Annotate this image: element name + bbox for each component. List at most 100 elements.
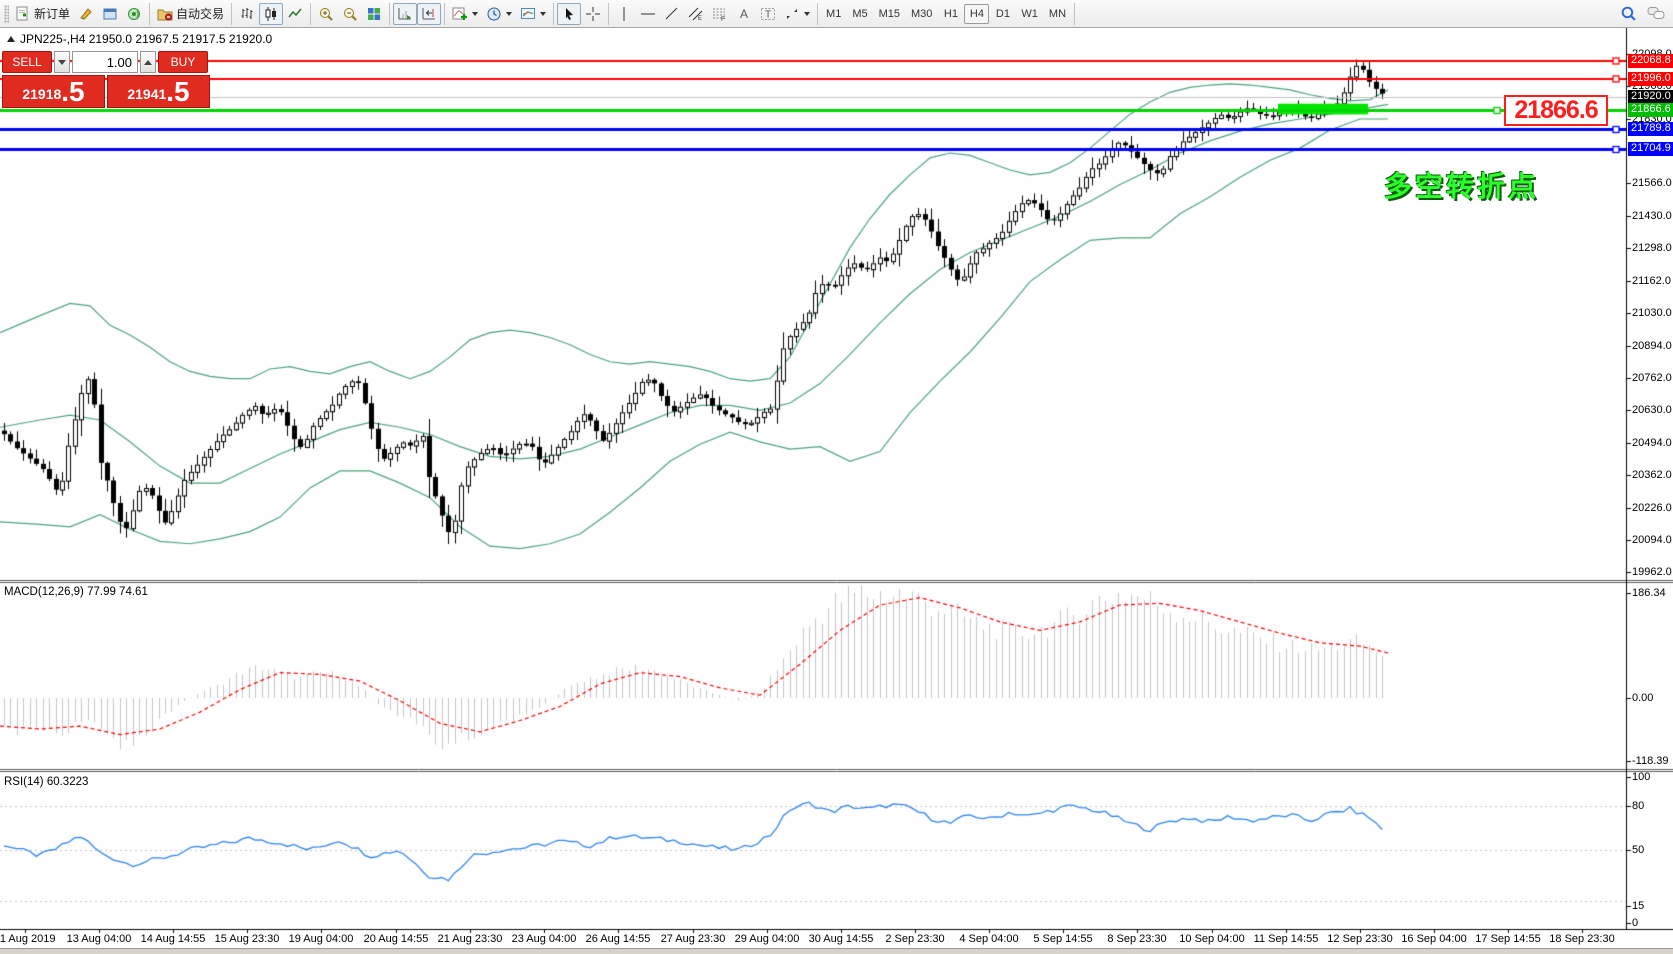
- buy-button[interactable]: BUY: [158, 51, 208, 73]
- timeframe-w1[interactable]: W1: [1016, 4, 1043, 24]
- buy-price-display[interactable]: 21941.5: [107, 75, 210, 108]
- new-order-icon: [15, 6, 31, 22]
- text-icon: A: [736, 6, 752, 22]
- auto-trading-label: 自动交易: [176, 5, 224, 22]
- toolbar-separator: [817, 3, 818, 25]
- auto-trading-button[interactable]: 自动交易: [153, 3, 228, 25]
- triangle-down-icon: [58, 60, 66, 65]
- collapse-trade-panel-icon[interactable]: [7, 36, 15, 42]
- search-icon[interactable]: [1620, 5, 1637, 22]
- chart-area[interactable]: 22098.021966.021830.021566.021430.021298…: [0, 28, 1673, 954]
- horizontal-line-button[interactable]: [636, 3, 660, 25]
- toolbar-separator: [310, 3, 311, 25]
- trendline-icon: [664, 6, 680, 22]
- line-chart-button[interactable]: [283, 3, 307, 25]
- crosshair-button[interactable]: [581, 3, 605, 25]
- trendline-button[interactable]: [660, 3, 684, 25]
- candlestick-chart-icon: [263, 6, 279, 22]
- toolbar-grip[interactable]: [4, 5, 9, 23]
- new-order-button[interactable]: 新订单: [11, 3, 74, 25]
- timeframe-m1[interactable]: M1: [821, 4, 846, 24]
- crosshair-icon: [585, 6, 601, 22]
- toolbar-separator: [553, 3, 554, 25]
- zoom-in-icon: [318, 6, 334, 22]
- volume-input[interactable]: 1.00: [72, 51, 138, 73]
- timeframe-m5[interactable]: M5: [847, 4, 872, 24]
- sell-button[interactable]: SELL: [2, 51, 52, 73]
- timeframe-h1[interactable]: H1: [938, 4, 963, 24]
- volume-decrease-button[interactable]: [54, 51, 70, 73]
- volume-increase-button[interactable]: [140, 51, 156, 73]
- buy-price-main: 21941: [127, 82, 166, 106]
- toolbar-separator: [149, 3, 150, 25]
- brush-icon: [78, 6, 94, 22]
- auto-scroll-button[interactable]: [393, 3, 417, 25]
- timeframe-mn[interactable]: MN: [1044, 4, 1071, 24]
- equidistant-channel-button[interactable]: E: [684, 3, 708, 25]
- auto-trading-icon: [157, 6, 173, 22]
- arrows-button[interactable]: [780, 3, 814, 25]
- periods-button[interactable]: [482, 3, 516, 25]
- line-chart-icon: [287, 6, 303, 22]
- cursor-icon: [561, 6, 577, 22]
- timeframe-m30[interactable]: M30: [906, 4, 937, 24]
- new-order-label: 新订单: [34, 5, 70, 22]
- toolbar-separator: [231, 3, 232, 25]
- toolbar: 新订单 自动交易 E F A T: [0, 0, 1673, 28]
- add-indicator-icon: [452, 6, 468, 22]
- timeframe-d1[interactable]: D1: [990, 4, 1015, 24]
- templates-dropdown-caret: [540, 12, 546, 16]
- sell-price-display[interactable]: 21918.5: [2, 75, 105, 108]
- cursor-button[interactable]: [557, 3, 581, 25]
- chart-title: JPN225-,H4 21950.0 21967.5 21917.5 21920…: [7, 32, 272, 46]
- alerts-button[interactable]: [122, 3, 146, 25]
- tile-windows-icon: [366, 6, 382, 22]
- toolbar-separator: [389, 3, 390, 25]
- buy-price-fraction: .5: [166, 78, 189, 106]
- chat-icon[interactable]: [1647, 5, 1665, 22]
- channel-icon: E: [688, 6, 704, 22]
- template-icon: [520, 6, 536, 22]
- chart-shift-button[interactable]: [417, 3, 441, 25]
- fibonacci-button[interactable]: F: [708, 3, 732, 25]
- timeframe-h4[interactable]: H4: [964, 4, 989, 24]
- triangle-up-icon: [144, 60, 152, 65]
- templates-button[interactable]: [516, 3, 550, 25]
- svg-text:T: T: [765, 9, 771, 20]
- chart-annotation-text[interactable]: 多空转折点: [1384, 165, 1539, 205]
- clock-icon: [486, 6, 502, 22]
- timeframe-toolbar: M1M5M15M30H1H4D1W1MN: [821, 4, 1071, 24]
- mt4-window: 新订单 自动交易 E F A T: [0, 0, 1673, 954]
- text-label-icon: T: [760, 6, 776, 22]
- window-bottom-edge: [0, 948, 1673, 954]
- bar-chart-button[interactable]: [235, 3, 259, 25]
- timeframe-m15[interactable]: M15: [874, 4, 905, 24]
- styler-button[interactable]: [74, 3, 98, 25]
- indicators-button[interactable]: [448, 3, 482, 25]
- bars-chart-icon: [239, 6, 255, 22]
- window-icon: [102, 6, 118, 22]
- zoom-out-icon: [342, 6, 358, 22]
- vertical-line-button[interactable]: [612, 3, 636, 25]
- svg-text:F: F: [721, 16, 725, 22]
- arrows-dropdown-caret: [804, 12, 810, 16]
- arrows-icon: [784, 6, 800, 22]
- sell-price-fraction: .5: [61, 78, 84, 106]
- profiles-button[interactable]: [98, 3, 122, 25]
- macd-indicator-label: MACD(12,26,9) 77.99 74.61: [4, 586, 148, 598]
- tile-windows-button[interactable]: [362, 3, 386, 25]
- zoom-in-button[interactable]: [314, 3, 338, 25]
- auto-scroll-icon: [397, 6, 413, 22]
- toolbar-separator: [1074, 3, 1075, 25]
- zoom-out-button[interactable]: [338, 3, 362, 25]
- candlestick-chart-button[interactable]: [259, 3, 283, 25]
- text-button[interactable]: A: [732, 3, 756, 25]
- price-callout-label[interactable]: 21866.6: [1504, 95, 1608, 126]
- vertical-line-icon: [616, 6, 632, 22]
- periods-dropdown-caret: [506, 12, 512, 16]
- indicators-dropdown-caret: [472, 12, 478, 16]
- text-label-button[interactable]: T: [756, 3, 780, 25]
- signal-icon: [126, 6, 142, 22]
- toolbar-separator: [444, 3, 445, 25]
- svg-text:A: A: [740, 7, 748, 21]
